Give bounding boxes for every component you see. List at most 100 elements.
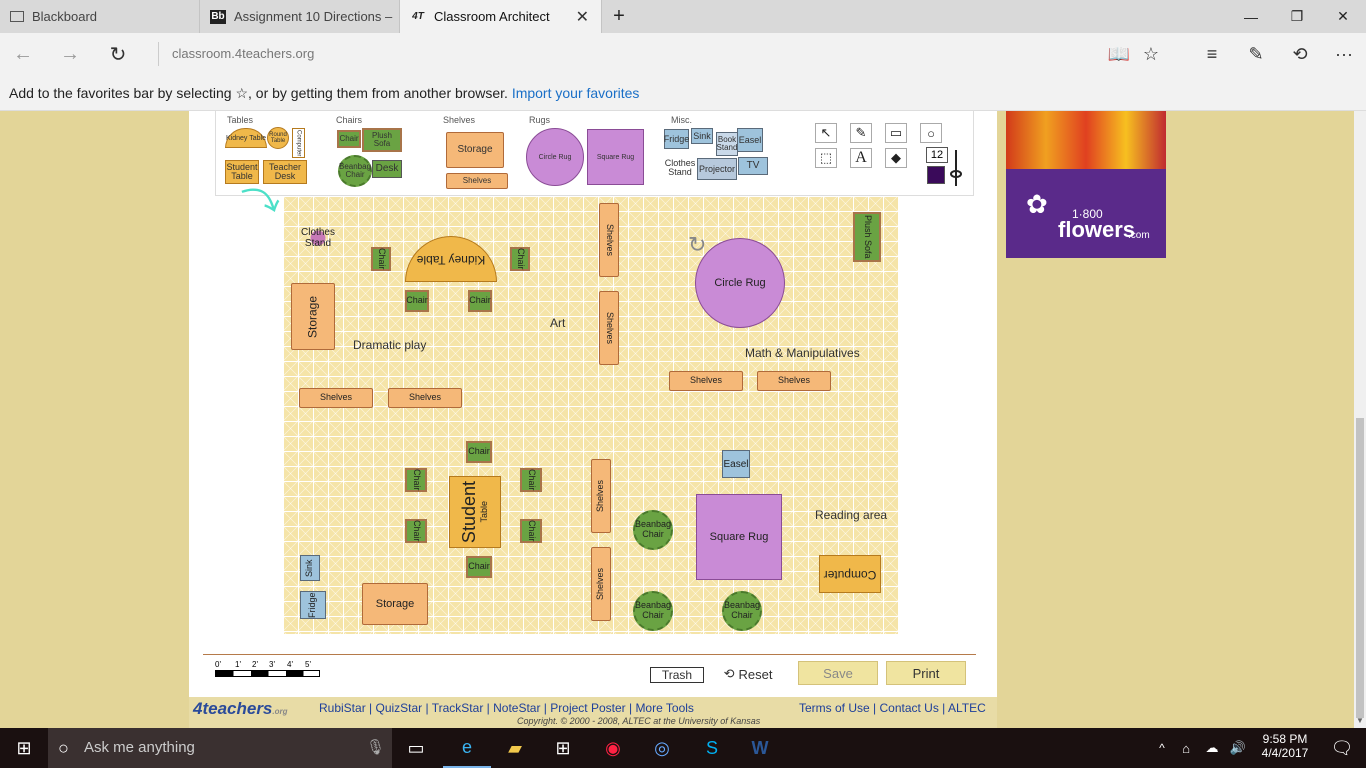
shelves[interactable]: Shelves <box>299 388 373 408</box>
reset-button[interactable]: ⟲ Reset <box>718 662 778 686</box>
color-swatch[interactable] <box>927 166 945 184</box>
paintbrush-icon[interactable]: ✎ <box>850 123 872 143</box>
palette-storage[interactable]: Storage <box>446 132 504 168</box>
palette-fridge[interactable]: Fridge <box>664 129 689 149</box>
chair[interactable]: Chair <box>520 468 542 492</box>
palette-book-stand[interactable]: Book Stand <box>716 132 738 156</box>
flowers-ad-image[interactable] <box>1006 111 1166 169</box>
close-window-icon[interactable]: ✕ <box>1320 0 1366 33</box>
close-tab-icon[interactable]: ✕ <box>576 7 589 27</box>
palette-beanbag-chair[interactable]: Beanbag Chair <box>338 155 372 187</box>
text-tool-icon[interactable]: A <box>850 148 872 168</box>
store-icon[interactable]: ⊞ <box>539 728 587 768</box>
student-table[interactable]: Student Table <box>449 476 501 548</box>
palette-plush-sofa[interactable]: Plush Sofa <box>362 128 402 152</box>
contact-link[interactable]: Contact Us <box>879 701 938 715</box>
chair[interactable]: Chair <box>405 468 427 492</box>
favorite-star-icon[interactable]: ☆ <box>1131 33 1171 75</box>
chair[interactable]: Chair <box>405 290 429 312</box>
windows-start-icon[interactable]: ⊞ <box>0 728 48 768</box>
terms-link[interactable]: Terms of Use <box>799 701 870 715</box>
url-field[interactable]: classroom.4teachers.org <box>158 42 1058 66</box>
palette-tv[interactable]: TV <box>738 157 768 175</box>
trash-button[interactable]: Trash <box>648 663 706 687</box>
new-tab-icon[interactable]: + <box>596 0 642 33</box>
palette-desk[interactable]: Desk <box>372 160 402 178</box>
line-width-slider[interactable] <box>955 150 957 186</box>
tab-assignment[interactable]: Bb Assignment 10 Directions – <box>200 0 400 33</box>
show-hidden-icons[interactable]: ^ <box>1150 728 1174 768</box>
quizstar-link[interactable]: QuizStar <box>375 701 422 715</box>
fridge[interactable]: Fridge <box>300 591 326 619</box>
palette-square-rug[interactable]: Square Rug <box>587 129 644 185</box>
palette-easel[interactable]: Easel <box>737 128 763 152</box>
tab-blackboard[interactable]: Blackboard <box>0 0 200 33</box>
beanbag-chair[interactable]: Beanbag Chair <box>633 510 673 550</box>
save-button[interactable]: Save <box>798 661 878 685</box>
4teachers-logo[interactable]: 4teachers.org <box>193 699 288 719</box>
tab-classroom-architect[interactable]: 4T Classroom Architect ✕ <box>400 0 602 33</box>
beanbag-chair[interactable]: Beanbag Chair <box>722 591 762 631</box>
refresh-icon[interactable]: ↻ <box>98 33 138 75</box>
sink[interactable]: Sink <box>300 555 320 581</box>
storage[interactable]: Storage <box>362 583 428 625</box>
palette-round-table[interactable]: Round Table <box>267 127 289 149</box>
chair[interactable]: Chair <box>405 519 427 543</box>
clock[interactable]: 9:58 PM 4/4/2017 <box>1255 732 1315 760</box>
word-icon[interactable]: W <box>736 728 784 768</box>
shelves[interactable]: Shelves <box>757 371 831 391</box>
square-rug[interactable]: Square Rug <box>696 494 782 580</box>
plush-sofa[interactable]: Plush Sofa <box>853 212 881 262</box>
network-icon[interactable]: ⌂ <box>1174 728 1198 768</box>
chair[interactable]: Chair <box>466 441 492 463</box>
palette-clothes-stand[interactable]: Clothes Stand <box>663 156 697 180</box>
palette-shelves[interactable]: Shelves <box>446 173 508 189</box>
task-view-icon[interactable]: ▭ <box>392 728 440 768</box>
maximize-icon[interactable]: ❐ <box>1274 0 1320 33</box>
chair[interactable]: Chair <box>520 519 542 543</box>
paint-bucket-icon[interactable]: ◆ <box>885 148 907 168</box>
beanbag-chair[interactable]: Beanbag Chair <box>633 591 673 631</box>
chair[interactable]: Chair <box>510 247 530 271</box>
more-tools-link[interactable]: More Tools <box>635 701 693 715</box>
notestar-link[interactable]: NoteStar <box>493 701 540 715</box>
share-icon[interactable]: ⟲ <box>1280 33 1320 75</box>
project-poster-link[interactable]: Project Poster <box>550 701 625 715</box>
onedrive-icon[interactable]: ☁ <box>1200 728 1224 768</box>
print-button[interactable]: Print <box>886 661 966 685</box>
file-explorer-icon[interactable]: ▰ <box>491 728 539 768</box>
easel[interactable]: Easel <box>722 450 750 478</box>
app-icon[interactable]: ◎ <box>638 728 686 768</box>
palette-chair[interactable]: Chair <box>337 130 361 148</box>
clothes-stand[interactable]: Clothes Stand <box>300 222 336 254</box>
back-icon[interactable]: ← <box>3 33 43 75</box>
web-note-icon[interactable]: ✎ <box>1236 33 1276 75</box>
rectangle-tool-icon[interactable]: ▭ <box>885 123 907 143</box>
import-favorites-link[interactable]: Import your favorites <box>512 85 640 101</box>
resize-tool-icon[interactable]: ⬚ <box>815 148 837 168</box>
shelves[interactable]: Shelves <box>599 203 619 277</box>
font-size-field[interactable]: 12 <box>926 147 948 163</box>
trackstar-link[interactable]: TrackStar <box>432 701 484 715</box>
microphone-icon[interactable]: 🎙 <box>366 728 385 768</box>
minimize-icon[interactable]: — <box>1228 0 1274 33</box>
rubistar-link[interactable]: RubiStar <box>319 701 366 715</box>
skype-icon[interactable]: S <box>688 728 736 768</box>
scroll-down-icon[interactable]: ▼ <box>1356 716 1364 725</box>
chair[interactable]: Chair <box>468 290 492 312</box>
palette-computer[interactable]: Computer <box>292 128 305 158</box>
palette-projector[interactable]: Projector <box>697 158 737 180</box>
chair[interactable]: Chair <box>371 247 391 271</box>
forward-icon[interactable]: → <box>50 33 90 75</box>
rotate-handle-icon[interactable]: ↻ <box>688 232 706 258</box>
shelves[interactable]: Shelves <box>591 459 611 533</box>
shelves[interactable]: Shelves <box>591 547 611 621</box>
notifications-icon[interactable]: 🗨 <box>1318 728 1366 768</box>
chrome-icon[interactable]: ◉ <box>589 728 637 768</box>
palette-sink[interactable]: Sink <box>691 128 713 144</box>
storage[interactable]: Storage <box>291 283 335 350</box>
slider-handle[interactable] <box>950 170 962 178</box>
circle-tool-icon[interactable]: ○ <box>920 123 942 143</box>
computer[interactable]: Computer <box>819 555 881 593</box>
circle-rug[interactable]: Circle Rug <box>695 238 785 328</box>
